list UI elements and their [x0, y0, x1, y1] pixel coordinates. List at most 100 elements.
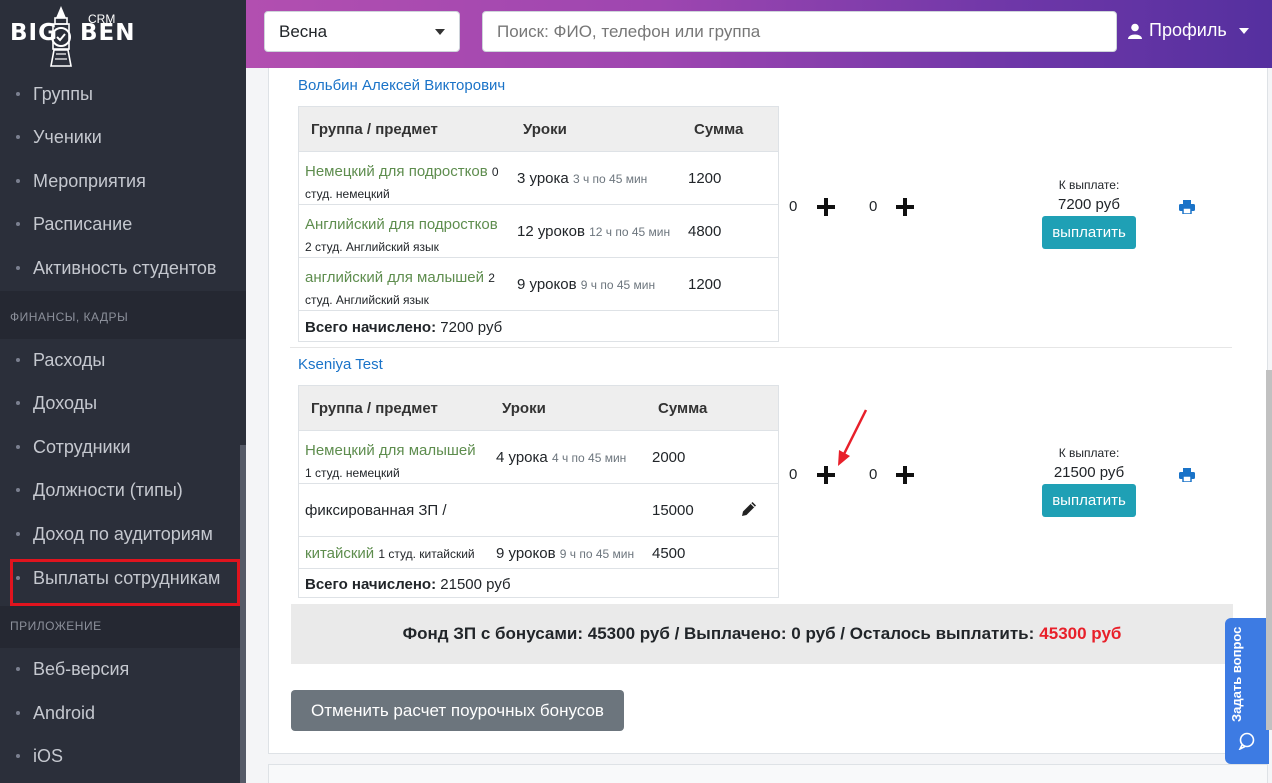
sidebar-item-room-income[interactable]: Доход по аудиториям: [0, 513, 240, 555]
lessons-cell: 4 урока 4 ч по 45 мин: [496, 449, 627, 466]
col-header-lessons: Уроки: [502, 400, 546, 417]
profile-menu[interactable]: Профиль: [1127, 20, 1249, 41]
print-icon[interactable]: [1179, 468, 1195, 482]
section-title-finance: ФИНАНСЫ, КАДРЫ: [10, 310, 129, 324]
group-cell: Немецкий для малышей 1 студ. немецкий: [305, 442, 476, 480]
remaining-amount: 45300 руб: [1039, 624, 1122, 643]
bullet-icon: [16, 445, 20, 449]
group-link[interactable]: Немецкий для малышей: [305, 442, 476, 459]
bullet-icon: [16, 222, 20, 226]
total-accrued: Всего начислено: 7200 руб: [305, 319, 503, 336]
chat-icon: [1238, 732, 1255, 750]
lessons-cell: 3 урока 3 ч по 45 мин: [517, 170, 648, 187]
total-accrued: Всего начислено: 21500 руб: [305, 576, 511, 593]
bonus-count-a: 0: [789, 198, 798, 215]
col-header-group: Группа / предмет: [311, 121, 438, 138]
sum-cell: 2000: [652, 449, 686, 466]
season-select[interactable]: Весна: [264, 11, 460, 52]
bullet-icon: [16, 401, 20, 405]
table-row: Немецкий для подростков 0 студ. немецкий …: [299, 151, 778, 204]
sidebar-item-schedule[interactable]: Расписание: [0, 203, 240, 245]
ask-question-button[interactable]: Задать вопрос: [1225, 618, 1269, 764]
sum-cell: 1200: [688, 276, 722, 293]
caret-down-icon: [1238, 27, 1249, 34]
next-card: [268, 764, 1268, 783]
sidebar-item-events[interactable]: Мероприятия: [0, 160, 240, 202]
caret-down-icon: [435, 28, 445, 35]
employee-name-link[interactable]: Вольбин Алексей Викторович: [298, 77, 505, 94]
sidebar-item-students[interactable]: Ученики: [0, 116, 240, 158]
print-icon[interactable]: [1179, 200, 1195, 214]
bullet-icon: [16, 358, 20, 362]
group-cell: английский для малышей 2 студ. Английский…: [305, 269, 495, 307]
sum-cell: 15000: [652, 502, 694, 519]
sidebar-item-income[interactable]: Доходы: [0, 382, 240, 424]
group-cell: китайский 1 студ. китайский: [305, 545, 475, 562]
sidebar-item-student-activity[interactable]: Активность студентов: [0, 247, 240, 289]
highlight-box: [10, 559, 240, 606]
user-icon: [1128, 23, 1142, 39]
pencil-icon[interactable]: [740, 500, 758, 518]
pay-label: К выплате:: [1058, 446, 1120, 460]
sidebar-item-positions[interactable]: Должности (типы): [0, 469, 240, 511]
logo-crm: CRM: [88, 12, 116, 26]
table-header: Группа / предмет Уроки Сумма: [299, 386, 778, 430]
top-bar: Весна Профиль: [246, 0, 1272, 68]
page-scrollbar[interactable]: [1266, 370, 1272, 730]
bonus-count-a: 0: [789, 466, 798, 483]
sidebar-item-android[interactable]: Android: [0, 692, 240, 734]
fund-summary: Фонд ЗП с бонусами: 45300 руб / Выплачен…: [291, 604, 1233, 664]
search-input[interactable]: [482, 11, 1117, 52]
sidebar: BIG BEN CRM Группы Ученики Мероприятия Ра…: [0, 0, 246, 783]
sidebar-scrollbar[interactable]: [240, 445, 246, 783]
table-total-row: Всего начислено: 7200 руб: [299, 310, 778, 342]
group-cell: Немецкий для подростков 0 студ. немецкий: [305, 163, 499, 201]
plus-icon[interactable]: [817, 198, 835, 216]
bullet-icon: [16, 92, 20, 96]
bullet-icon: [16, 488, 20, 492]
sidebar-item-expenses[interactable]: Расходы: [0, 339, 240, 381]
sidebar-item-groups[interactable]: Группы: [0, 73, 240, 115]
employee-2-table: Группа / предмет Уроки Сумма Немецкий дл…: [298, 385, 779, 598]
bonus-count-b: 0: [869, 198, 878, 215]
bullet-icon: [16, 754, 20, 758]
group-link[interactable]: китайский: [305, 545, 374, 562]
pay-button[interactable]: выплатить: [1042, 216, 1136, 249]
plus-icon[interactable]: [896, 198, 914, 216]
plus-icon[interactable]: [896, 466, 914, 484]
logo-wordmark: BIG BEN: [10, 20, 136, 46]
col-header-lessons: Уроки: [523, 121, 567, 138]
table-row: фиксированная ЗП / 15000: [299, 483, 778, 536]
bullet-icon: [16, 532, 20, 536]
employee-name-link[interactable]: Kseniya Test: [298, 356, 383, 373]
bonus-count-b: 0: [869, 466, 878, 483]
row-divider: [290, 347, 1232, 348]
table-row: Английский для подростков 2 студ. Английс…: [299, 204, 778, 257]
pay-amount: 7200 руб: [1058, 196, 1120, 213]
bullet-icon: [16, 135, 20, 139]
sidebar-item-web[interactable]: Веб-версия: [0, 648, 240, 690]
bullet-icon: [16, 179, 20, 183]
annotation-arrow-icon: [838, 409, 868, 466]
table-row: Немецкий для малышей 1 студ. немецкий 4 у…: [299, 430, 778, 483]
pay-button[interactable]: выплатить: [1042, 484, 1136, 517]
lessons-cell: 9 уроков 9 ч по 45 мин: [496, 545, 635, 562]
plus-icon[interactable]: [817, 466, 835, 484]
bullet-icon: [16, 667, 20, 671]
group-link[interactable]: английский для малышей: [305, 269, 484, 286]
cancel-bonus-calculation-button[interactable]: Отменить расчет поурочных бонусов: [291, 690, 624, 731]
pay-amount: 21500 руб: [1053, 464, 1125, 481]
sidebar-item-employees[interactable]: Сотрудники: [0, 426, 240, 468]
col-header-sum: Сумма: [658, 400, 708, 417]
bullet-icon: [16, 266, 20, 270]
table-total-row: Всего начислено: 21500 руб: [299, 568, 778, 598]
table-row: китайский 1 студ. китайский 9 уроков 9 ч…: [299, 536, 778, 568]
sidebar-item-ios[interactable]: iOS: [0, 735, 240, 777]
sum-cell: 4800: [688, 223, 722, 240]
sum-cell: 1200: [688, 170, 722, 187]
section-title-app: ПРИЛОЖЕНИЕ: [10, 619, 102, 633]
logo[interactable]: BIG BEN CRM: [0, 0, 246, 72]
group-link[interactable]: Немецкий для подростков: [305, 163, 488, 180]
table-row: английский для малышей 2 студ. Английский…: [299, 257, 778, 310]
group-link[interactable]: Английский для подростков: [305, 216, 498, 233]
